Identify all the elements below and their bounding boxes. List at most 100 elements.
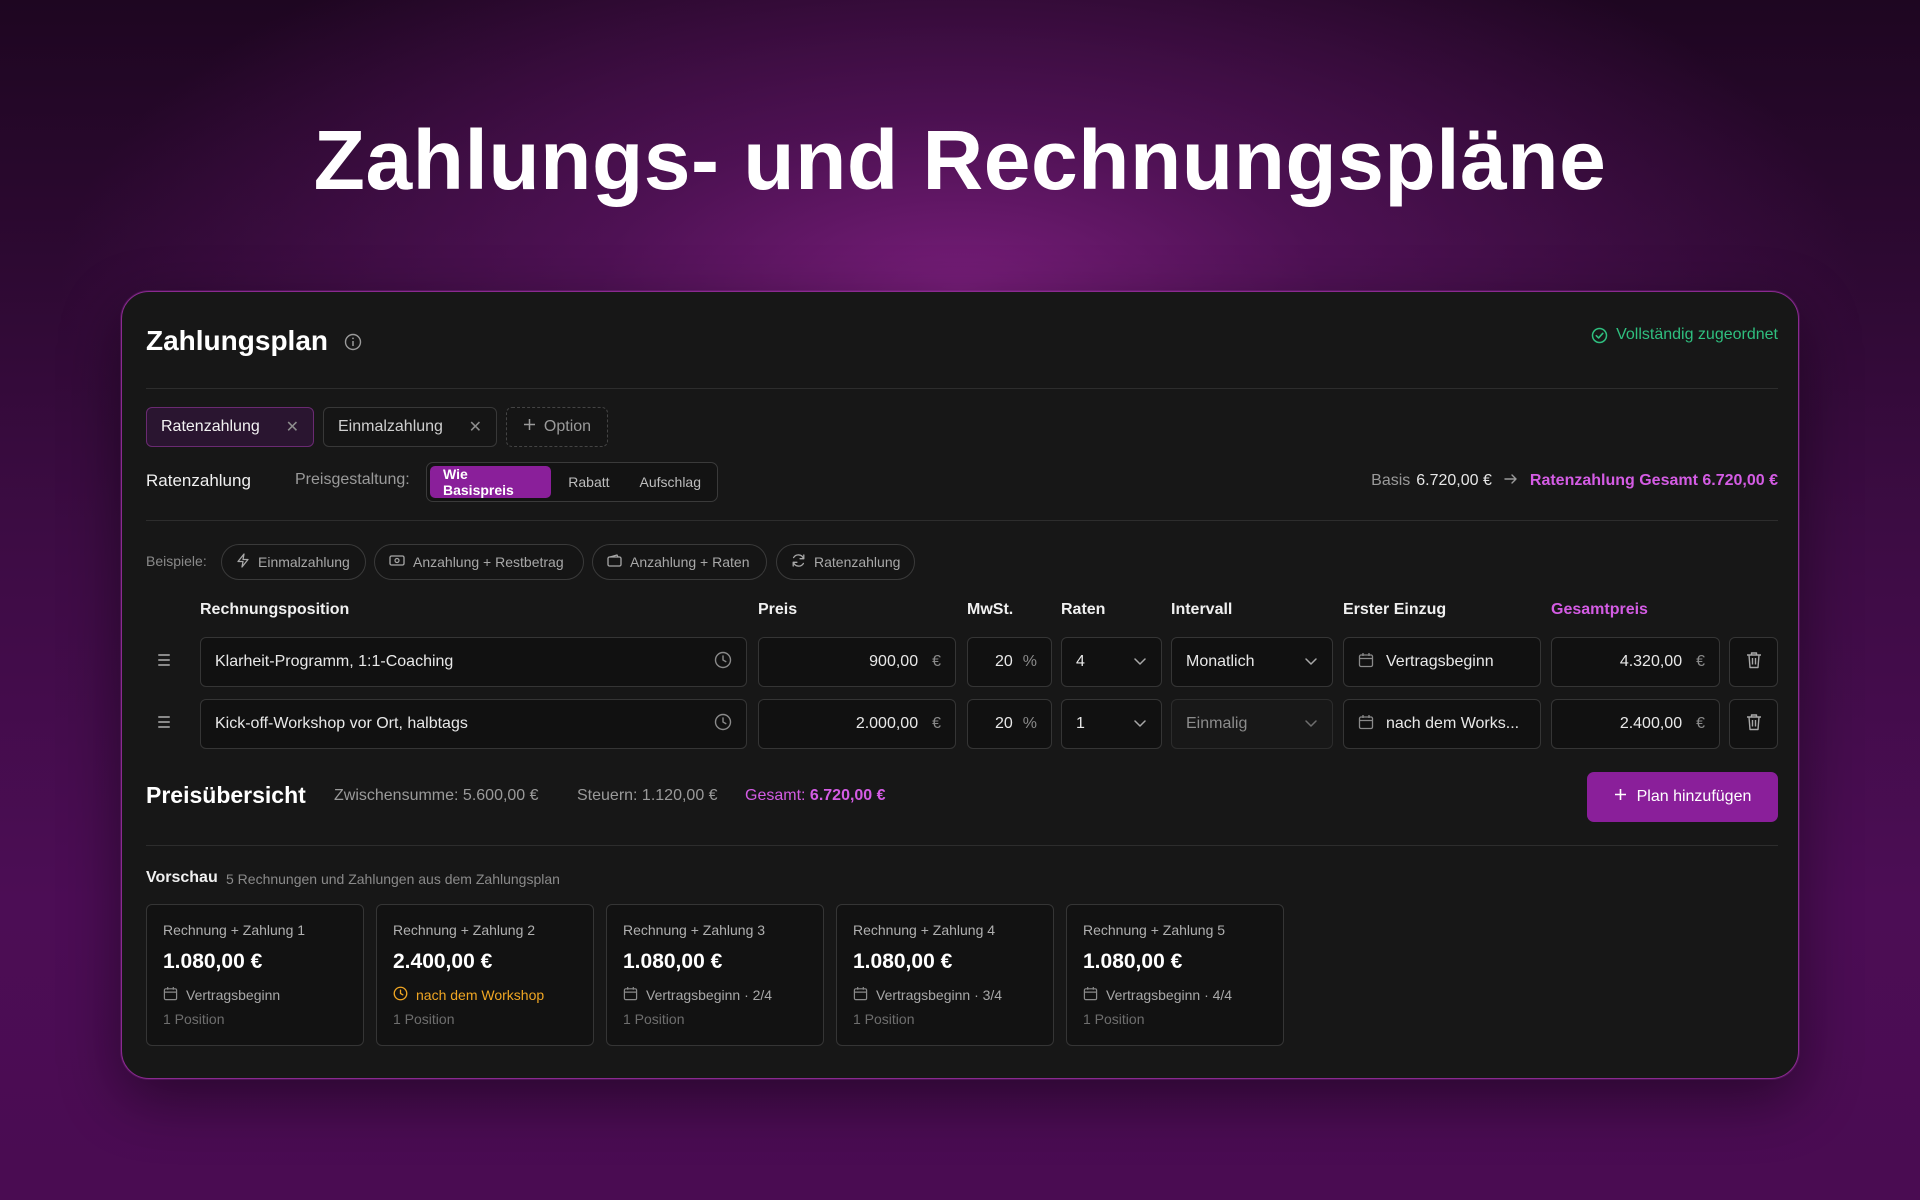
interval-value: Einmalig: [1186, 715, 1248, 732]
plan-total-line: Basis 6.720,00 € Ratenzahlung Gesamt 6.7…: [1371, 472, 1778, 490]
section-label: Ratenzahlung: [146, 471, 251, 490]
first-collection-picker[interactable]: nach dem Works...: [1343, 699, 1541, 749]
vat-value: 20: [994, 653, 1013, 670]
calendar-icon: [1358, 652, 1374, 673]
preview-card[interactable]: Rechnung + Zahlung 3 1.080,00 € Vertrags…: [606, 904, 824, 1046]
preview-card[interactable]: Rechnung + Zahlung 2 2.400,00 € nach dem…: [376, 904, 594, 1046]
chevron-down-icon: [1304, 715, 1318, 733]
percent-unit: %: [1022, 653, 1037, 670]
price-input[interactable]: 2.000,00 €: [758, 699, 956, 749]
vat-input[interactable]: 20 %: [967, 637, 1052, 687]
card-schedule: Vertragsbeginn · 3/4: [853, 986, 1002, 1004]
card-schedule-text: Vertragsbeginn · 4/4: [1106, 987, 1233, 1003]
banknote-icon: [389, 554, 405, 570]
chevron-down-icon: [1133, 715, 1147, 733]
preview-subtitle: 5 Rechnungen und Zahlungen aus dem Zahlu…: [226, 871, 560, 887]
preview-card[interactable]: Rechnung + Zahlung 1 1.080,00 € Vertrags…: [146, 904, 364, 1046]
position-input[interactable]: Kick-off-Workshop vor Ort, halbtags: [200, 699, 747, 749]
rates-value: 4: [1076, 653, 1085, 670]
wallet-icon: [607, 554, 622, 570]
rates-select[interactable]: 1: [1061, 699, 1162, 749]
preview-title: Vorschau: [146, 869, 218, 886]
clock-icon[interactable]: [714, 713, 732, 736]
card-schedule: Vertragsbeginn · 2/4: [623, 986, 772, 1004]
card-amount: 1.080,00 €: [1083, 950, 1183, 973]
pricing-option-basispreis[interactable]: Wie Basispreis: [430, 466, 552, 498]
basis-value: 6.720,00 €: [1416, 472, 1492, 489]
close-icon[interactable]: ✕: [469, 417, 482, 437]
chip-label: Anzahlung + Raten: [630, 554, 750, 570]
price-input[interactable]: 900,00 €: [758, 637, 956, 687]
column-header-vat: MwSt.: [967, 601, 1014, 618]
basis-label: Basis: [1371, 472, 1411, 489]
plus-icon: [1614, 788, 1627, 806]
drag-handle-icon[interactable]: [158, 654, 170, 669]
card-positions: 1 Position: [163, 1011, 225, 1027]
position-value: Kick-off-Workshop vor Ort, halbtags: [215, 715, 468, 732]
tab-ratenzahlung[interactable]: Ratenzahlung ✕: [146, 407, 314, 447]
examples-label: Beispiele:: [146, 553, 207, 569]
example-chip-anzahlung-raten[interactable]: Anzahlung + Raten: [592, 544, 767, 580]
card-amount: 1.080,00 €: [623, 950, 723, 973]
chevron-down-icon: [1304, 653, 1318, 671]
rates-select[interactable]: 4: [1061, 637, 1162, 687]
close-icon[interactable]: ✕: [286, 417, 299, 437]
delete-row-button[interactable]: [1729, 699, 1778, 749]
total-price-field: 2.400,00 €: [1551, 699, 1720, 749]
tab-einmalzahlung[interactable]: Einmalzahlung ✕: [323, 407, 497, 447]
drag-handle-icon[interactable]: [158, 716, 170, 731]
chevron-down-icon: [1133, 653, 1147, 671]
column-header-rates: Raten: [1061, 601, 1106, 618]
interval-select[interactable]: Monatlich: [1171, 637, 1333, 687]
card-label: Rechnung + Zahlung 1: [163, 922, 306, 938]
hero-title: Zahlungs- und Rechnungspläne: [313, 113, 1607, 207]
card-schedule-text: nach dem Workshop: [416, 987, 545, 1003]
example-chip-einmalzahlung[interactable]: Einmalzahlung: [221, 544, 366, 580]
clock-icon: [393, 986, 408, 1004]
card-schedule: Vertragsbeginn: [163, 986, 280, 1004]
position-input[interactable]: Klarheit-Programm, 1:1-Coaching: [200, 637, 747, 687]
card-label: Rechnung + Zahlung 5: [1083, 922, 1226, 938]
column-header-interval: Intervall: [1171, 601, 1233, 618]
status-badge: Vollständig zugeordnet: [1591, 326, 1778, 344]
example-chip-ratenzahlung[interactable]: Ratenzahlung: [776, 544, 915, 580]
add-plan-label: Plan hinzufügen: [1636, 788, 1752, 805]
card-amount: 1.080,00 €: [853, 950, 953, 973]
card-schedule: Vertragsbeginn · 4/4: [1083, 986, 1232, 1004]
divider: [146, 520, 1778, 521]
check-circle-icon: [1591, 327, 1608, 344]
column-header-position: Rechnungsposition: [200, 601, 350, 618]
preview-card[interactable]: Rechnung + Zahlung 4 1.080,00 € Vertrags…: [836, 904, 1054, 1046]
card-schedule-text: Vertragsbeginn · 2/4: [646, 987, 773, 1003]
position-value: Klarheit-Programm, 1:1-Coaching: [215, 653, 454, 670]
info-icon[interactable]: [344, 333, 362, 351]
arrow-right-icon: [1504, 472, 1518, 490]
pricing-label: Preisgestaltung:: [295, 471, 410, 488]
pricing-segmented-control: Wie Basispreis Rabatt Aufschlag: [426, 462, 718, 502]
price-value: 900,00: [869, 653, 919, 670]
column-header-first-collection: Erster Einzug: [1343, 601, 1447, 618]
pricing-option-rabatt[interactable]: Rabatt: [555, 466, 622, 498]
vat-input[interactable]: 20 %: [967, 699, 1052, 749]
pricing-option-aufschlag[interactable]: Aufschlag: [627, 466, 714, 498]
divider: [146, 845, 1778, 846]
delete-row-button[interactable]: [1729, 637, 1778, 687]
example-chip-anzahlung-restbetrag[interactable]: Anzahlung + Restbetrag: [374, 544, 584, 580]
first-collection-picker[interactable]: Vertragsbeginn: [1343, 637, 1541, 687]
card-positions: 1 Position: [623, 1011, 685, 1027]
add-option-button[interactable]: Option: [506, 407, 608, 447]
card-schedule-text: Vertragsbeginn · 3/4: [876, 987, 1003, 1003]
tab-label: Einmalzahlung: [338, 418, 443, 435]
add-plan-button[interactable]: Plan hinzufügen: [1587, 772, 1778, 822]
first-collection-value: nach dem Works...: [1386, 715, 1520, 732]
preview-card[interactable]: Rechnung + Zahlung 5 1.080,00 € Vertrags…: [1066, 904, 1284, 1046]
currency-unit: €: [932, 653, 941, 670]
total-price-value: 2.400,00: [1619, 715, 1683, 732]
price-value: 2.000,00: [855, 715, 919, 732]
trash-icon: [1746, 651, 1762, 674]
clock-icon[interactable]: [714, 651, 732, 674]
interval-select[interactable]: Einmalig: [1171, 699, 1333, 749]
tab-label: Ratenzahlung: [161, 418, 260, 435]
lightning-icon: [236, 553, 250, 571]
card-positions: 1 Position: [853, 1011, 915, 1027]
